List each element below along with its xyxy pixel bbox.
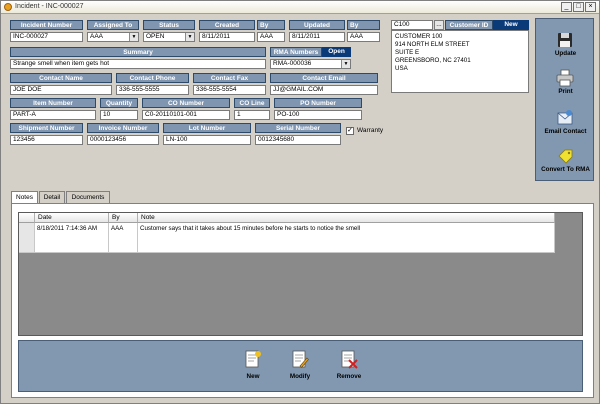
quantity-field[interactable]: 10: [100, 110, 138, 120]
tag-icon: [558, 149, 573, 164]
new-badge[interactable]: New: [493, 20, 529, 30]
printer-icon: [556, 69, 574, 87]
customer-address-box[interactable]: CUSTOMER 100 914 NORTH ELM STREET SUITE …: [391, 30, 529, 93]
quantity-label: Quantity: [100, 98, 138, 108]
serial-number-label: Serial Number: [255, 123, 341, 133]
incident-window: Incident - INC-000027 _ □ × Incident Num…: [0, 0, 600, 404]
status-select[interactable]: OPEN: [143, 32, 195, 42]
update-label: Update: [554, 50, 577, 57]
invoice-number-label: Invoice Number: [87, 123, 159, 133]
assigned-to-select[interactable]: AAA: [87, 32, 139, 42]
tab-detail[interactable]: Detail: [39, 191, 65, 203]
invoice-number-field[interactable]: 0000123456: [87, 135, 159, 145]
edit-document-icon: [292, 350, 309, 368]
app-icon: [4, 3, 12, 11]
modify-label: Modify: [289, 373, 311, 380]
contact-name-field[interactable]: JOE DOE: [10, 85, 112, 95]
address-line: GREENSBORO, NC 27401: [395, 57, 471, 64]
new-note-button[interactable]: New: [233, 349, 273, 389]
window-title: Incident - INC-000027: [15, 3, 84, 10]
po-number-field[interactable]: PO-100: [274, 110, 362, 120]
delete-document-icon: [341, 350, 358, 369]
column-header-note[interactable]: Note: [138, 213, 555, 223]
notes-grid[interactable]: Date By Note 8/18/2011 7:14:36 AM AAA Cu…: [18, 212, 583, 336]
updated-by-field[interactable]: AAA: [347, 32, 380, 42]
lot-number-field[interactable]: LN-100: [163, 135, 251, 145]
rma-number-select[interactable]: RMA-000036: [270, 59, 351, 69]
po-number-label: PO Number: [274, 98, 362, 108]
updated-by-label: By: [347, 20, 380, 30]
address-line: USA: [395, 65, 408, 72]
customer-lookup-button[interactable]: ...: [434, 20, 444, 30]
lot-number-label: Lot Number: [163, 123, 251, 133]
convert-to-rma-label: Convert To RMA: [541, 166, 590, 173]
remove-label: Remove: [336, 373, 362, 380]
warranty-label: Warranty: [357, 127, 384, 134]
new-label: New: [246, 373, 260, 380]
note-date-cell[interactable]: 8/18/2011 7:14:36 AM: [35, 223, 109, 253]
co-number-label: CO Number: [142, 98, 230, 108]
warranty-checkbox[interactable]: ✓: [346, 127, 354, 135]
contact-email-field[interactable]: JJ@GMAIL.COM: [270, 85, 378, 95]
notes-action-bar: New Modify Remove: [18, 340, 583, 392]
address-line: 914 NORTH ELM STREET: [395, 41, 470, 48]
title-bar: Incident - INC-000027 _ □ ×: [1, 1, 599, 14]
co-number-field[interactable]: C0-20110101-001: [142, 110, 230, 120]
item-number-label: Item Number: [10, 98, 96, 108]
item-number-field[interactable]: PART-A: [10, 110, 96, 120]
new-document-icon: [245, 350, 261, 368]
contact-phone-label: Contact Phone: [116, 73, 189, 83]
convert-to-rma-button[interactable]: Convert To RMA: [536, 145, 595, 181]
contact-phone-field[interactable]: 336-555-5555: [116, 85, 189, 95]
tab-documents[interactable]: Documents: [66, 191, 110, 203]
column-header-date[interactable]: Date: [35, 213, 109, 223]
rma-numbers-label: RMA Numbers: [270, 47, 322, 57]
modify-note-button[interactable]: Modify: [280, 349, 320, 389]
summary-label: Summary: [10, 47, 266, 57]
note-text-cell[interactable]: Customer says that it takes about 15 min…: [138, 223, 555, 253]
co-line-field[interactable]: 1: [234, 110, 270, 120]
action-sidebar: Update Print Email Contact Convert To RM…: [535, 18, 594, 181]
address-line: CUSTOMER 100: [395, 33, 443, 40]
shipment-number-field[interactable]: 123456: [10, 135, 83, 145]
contact-fax-label: Contact Fax: [193, 73, 266, 83]
summary-field[interactable]: Strange smell when item gets hot: [10, 59, 266, 69]
shipment-number-label: Shipment Number: [10, 123, 83, 133]
rma-open-badge[interactable]: Open: [322, 47, 351, 57]
contact-name-label: Contact Name: [10, 73, 112, 83]
created-by-label: By: [257, 20, 285, 30]
contact-email-label: Contact Email: [270, 73, 378, 83]
email-contact-label: Email Contact: [544, 128, 587, 135]
update-button[interactable]: Update: [536, 29, 595, 65]
address-line: SUITE E: [395, 49, 420, 56]
email-icon: [557, 110, 573, 125]
serial-number-field[interactable]: 0012345680: [255, 135, 341, 145]
customer-id-label: Customer ID: [445, 20, 493, 30]
created-by-field[interactable]: AAA: [257, 32, 285, 42]
updated-label: Updated: [289, 20, 345, 30]
row-selector[interactable]: [19, 223, 35, 253]
save-disk-icon: [558, 33, 572, 47]
co-line-label: CO Line: [234, 98, 270, 108]
maximize-button[interactable]: □: [573, 2, 584, 12]
status-label: Status: [143, 20, 195, 30]
note-by-cell[interactable]: AAA: [109, 223, 138, 253]
created-label: Created: [199, 20, 255, 30]
row-header-corner: [19, 213, 35, 223]
column-header-by[interactable]: By: [109, 213, 138, 223]
assigned-to-label: Assigned To: [87, 20, 139, 30]
minimize-button[interactable]: _: [561, 2, 572, 12]
updated-date-field[interactable]: 8/11/2011: [289, 32, 345, 42]
incident-number-field[interactable]: INC-000027: [10, 32, 83, 42]
incident-number-label: Incident Number: [10, 20, 83, 30]
email-contact-button[interactable]: Email Contact: [536, 107, 595, 143]
print-button[interactable]: Print: [536, 67, 595, 103]
remove-note-button[interactable]: Remove: [329, 349, 369, 389]
created-date-field[interactable]: 8/11/2011: [199, 32, 255, 42]
print-label: Print: [558, 88, 573, 95]
close-button[interactable]: ×: [585, 2, 596, 12]
customer-code-field[interactable]: C100: [391, 20, 433, 30]
contact-fax-field[interactable]: 336-555-5554: [193, 85, 266, 95]
